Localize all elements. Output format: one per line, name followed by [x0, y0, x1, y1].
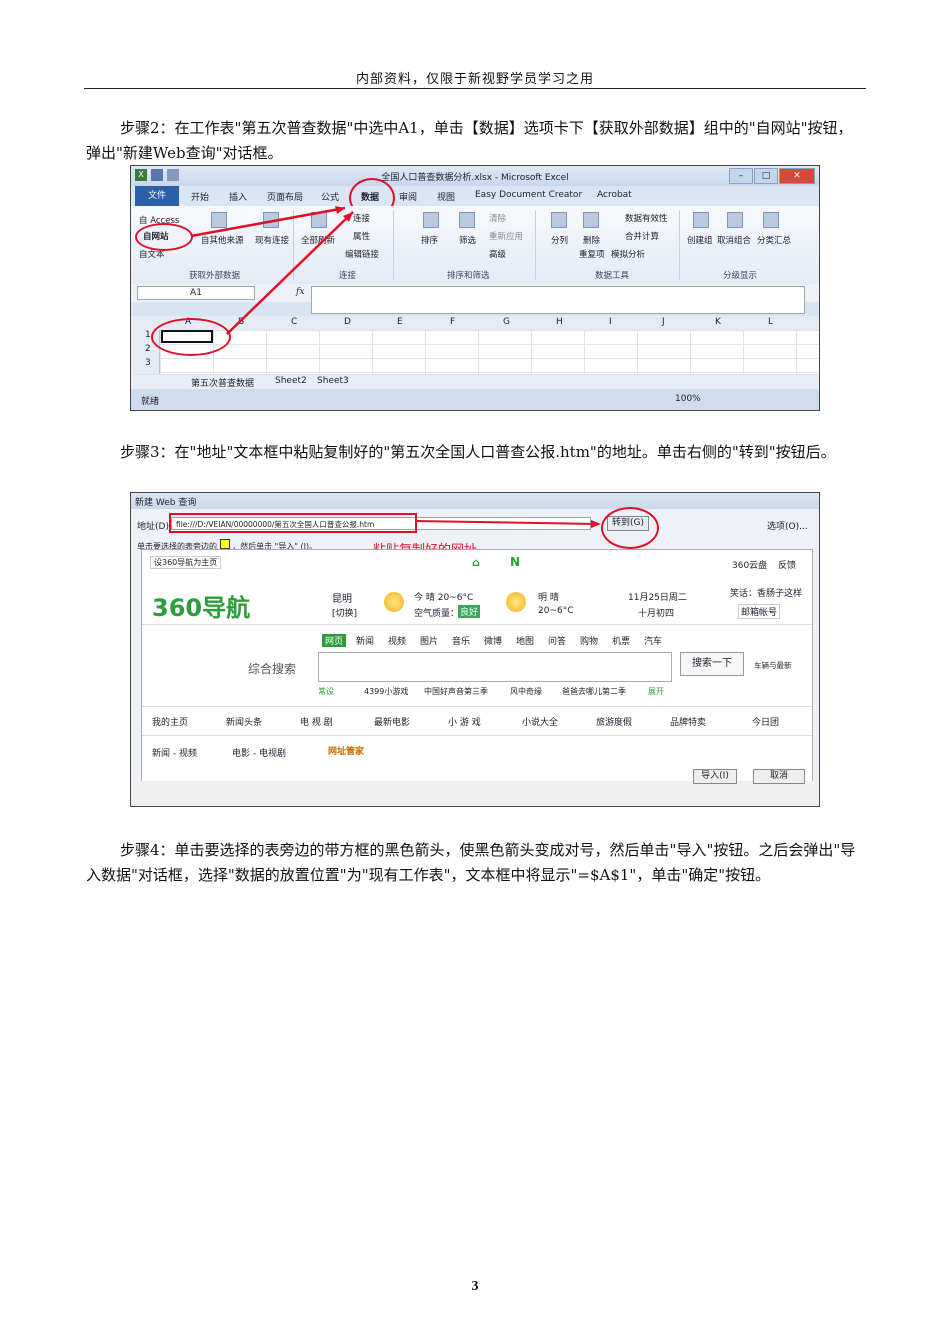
web-preview[interactable]: 设360导航为主页 ⌂ N 360云盘 反馈 360导航 昆明 [切换] 今 晴…	[141, 549, 813, 783]
category-link[interactable]: 最新电影	[374, 715, 410, 728]
search-tab[interactable]: 微博	[484, 634, 502, 647]
category-bar: 我的主页 新闻头条 电 视 剧 最新电影 小 游 戏 小说大全 旅游度假 品牌特…	[142, 706, 812, 736]
category-link[interactable]: 新闻头条	[226, 715, 262, 728]
date-text: 11月25日周二	[628, 593, 687, 603]
divider	[142, 624, 812, 625]
annotation-arrows	[190, 206, 354, 335]
search-tabs: 网页 新闻 视频 图片 音乐 微博 地图 问答 购物 机票 汽车	[322, 634, 722, 648]
category-link[interactable]: 电影 - 电视剧	[232, 746, 286, 759]
sun-icon	[506, 592, 526, 612]
search-tab[interactable]: 汽车	[644, 634, 662, 647]
weather-today: 今 晴 20~6°C	[414, 593, 474, 603]
cancel-button[interactable]: 取消	[753, 769, 805, 784]
sun-icon	[384, 592, 404, 612]
search-button[interactable]: 搜索一下	[680, 652, 744, 676]
category-link[interactable]: 今日团	[752, 715, 779, 728]
search-tab[interactable]: 购物	[580, 634, 598, 647]
search-tab[interactable]: 视频	[388, 634, 406, 647]
excel-screenshot: X 全国人口普查数据分析.xlsx - Microsoft Excel – □ ✕ …	[130, 165, 820, 411]
search-tab-web[interactable]: 网页	[322, 634, 347, 647]
air-quality-badge: 良好	[458, 605, 481, 618]
search-tab[interactable]: 机票	[612, 634, 630, 647]
expand-link[interactable]: 展开	[648, 686, 664, 697]
category-link[interactable]: 旅游度假	[596, 715, 632, 728]
site-logo: 360导航	[152, 594, 251, 622]
hot-link[interactable]: 爸爸去哪儿第二季	[562, 686, 626, 697]
dialog-close-button[interactable]: ✕	[819, 497, 820, 513]
search-tab[interactable]: 问答	[548, 634, 566, 647]
weather-tomorrow: 明 晴	[538, 593, 559, 603]
web-query-dialog: 新建 Web 查询 ?✕ 地址(D)： file:///D:/VEIAN/000…	[130, 492, 820, 807]
step2-paragraph: 步骤2：在工作表"第五次普查数据"中选中A1，单击【数据】选项卡下【获取外部数据…	[86, 119, 853, 162]
step3-paragraph: 步骤3：在"地址"文本框中粘贴复制好的"第五次全国人口普查公报.htm"的地址。…	[120, 443, 836, 461]
n-icon: N	[510, 555, 521, 569]
search-tab[interactable]: 图片	[420, 634, 438, 647]
hot-link[interactable]: 常设	[318, 686, 334, 697]
joke-link[interactable]: 笑话：香肠子这样	[730, 586, 802, 599]
table-arrow-icon	[219, 539, 230, 549]
category-link[interactable]: 小说大全	[522, 715, 558, 728]
category-link[interactable]: 网址管家	[328, 744, 364, 757]
search-input[interactable]	[318, 652, 672, 682]
city-name: 昆明	[332, 594, 352, 605]
search-category[interactable]: 综合搜索	[248, 660, 296, 677]
hot-link[interactable]: 风中奇缘	[510, 686, 542, 697]
category-link[interactable]: 我的主页	[152, 715, 188, 728]
dialog-footer: 导入(I) 取消	[131, 769, 819, 805]
page-number: 3	[471, 1279, 479, 1294]
cloud-link[interactable]: 360云盘	[732, 558, 767, 571]
search-extra-link[interactable]: 车辆与最新	[754, 660, 792, 671]
weather-tomorrow-temp: 20~6°C	[538, 606, 574, 616]
step4-paragraph: 步骤4：单击要选择的表旁边的带方框的黑色箭头，使黑色箭头变成对号，然后单击"导入…	[86, 841, 856, 884]
lunar-date: 十月初四	[638, 609, 675, 619]
air-quality-label: 空气质量：	[414, 609, 460, 619]
category-link[interactable]: 新闻 - 视频	[152, 746, 197, 759]
home-icon: ⌂	[472, 556, 480, 569]
import-button[interactable]: 导入(I)	[693, 769, 737, 784]
feedback-link[interactable]: 反馈	[778, 558, 796, 571]
mail-input[interactable]: 邮箱帐号	[738, 604, 781, 619]
search-tab[interactable]: 地图	[516, 634, 534, 647]
city-switch[interactable]: [切换]	[332, 606, 357, 619]
search-tab[interactable]: 音乐	[452, 634, 470, 647]
hot-links: 常设 4399小游戏 中国好声音第三季 风中奇缘 爸爸去哪儿第二季 展开	[318, 686, 738, 698]
search-tab[interactable]: 新闻	[356, 634, 374, 647]
category-link[interactable]: 电 视 剧	[300, 715, 333, 728]
category-link[interactable]: 品牌特卖	[670, 715, 706, 728]
set-homepage-link[interactable]: 设360导航为主页	[150, 556, 222, 569]
header-rule	[84, 88, 866, 89]
hot-link[interactable]: 4399小游戏	[364, 686, 408, 697]
help-button[interactable]: ?	[819, 497, 820, 513]
page-header: 内部资料，仅限于新视野学员学习之用	[355, 72, 594, 87]
category-link[interactable]: 小 游 戏	[448, 715, 481, 728]
hot-link[interactable]: 中国好声音第三季	[424, 686, 488, 697]
